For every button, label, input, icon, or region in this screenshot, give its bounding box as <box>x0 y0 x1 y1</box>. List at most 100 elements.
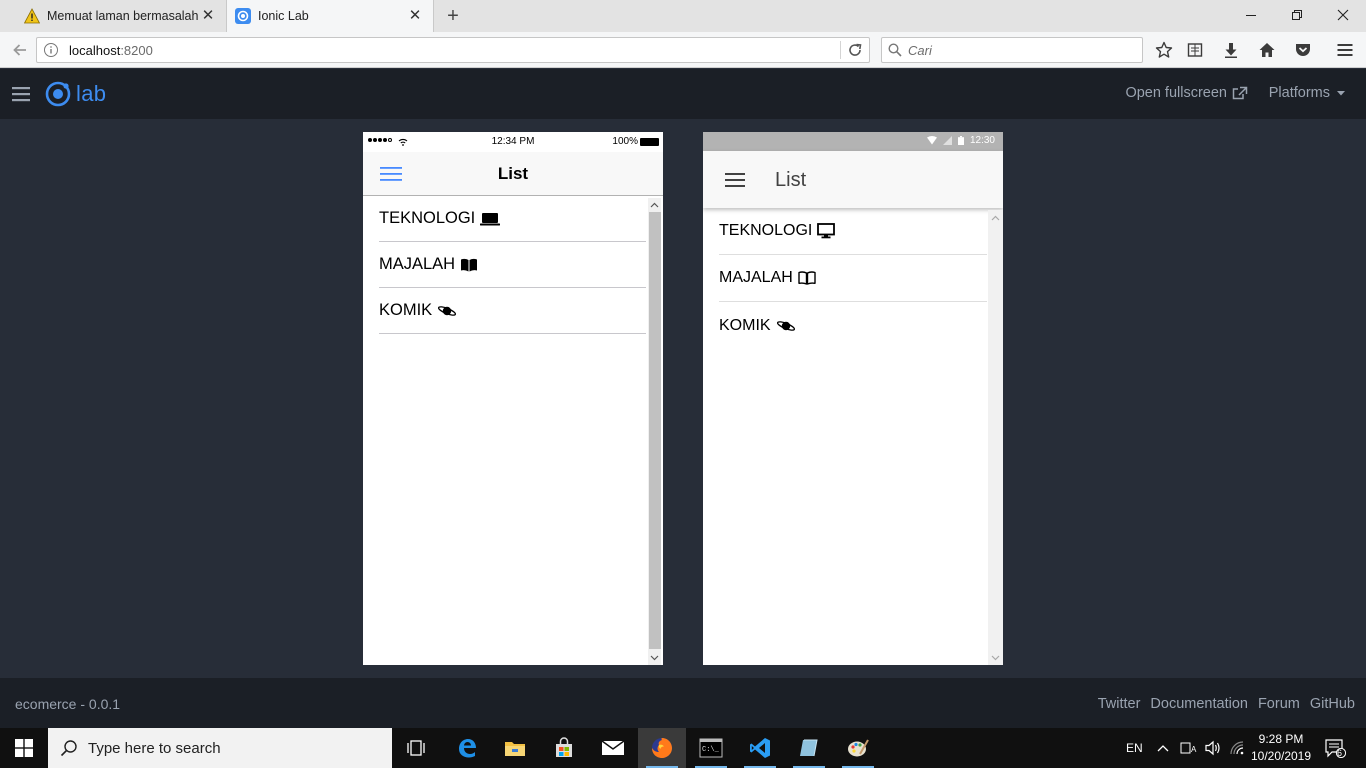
list-item-teknologi[interactable]: TEKNOLOGI <box>379 196 646 242</box>
open-fullscreen-link[interactable]: Open fullscreen <box>1125 85 1248 101</box>
documentation-link[interactable]: Documentation <box>1150 696 1248 712</box>
forum-link[interactable]: Forum <box>1258 696 1300 712</box>
close-window-icon[interactable] <box>1320 0 1366 30</box>
reload-icon[interactable] <box>847 42 863 58</box>
laptop-icon <box>480 212 501 226</box>
lab-menu-icon[interactable] <box>12 84 30 104</box>
home-icon[interactable] <box>1255 38 1279 62</box>
url-port: :8200 <box>120 43 153 58</box>
action-center-icon[interactable]: 6 <box>1324 728 1346 768</box>
system-clock[interactable]: 9:28 PM 10/20/2019 <box>1246 731 1316 765</box>
list-item-majalah[interactable]: MAJALAH <box>379 242 646 288</box>
twitter-link[interactable]: Twitter <box>1098 696 1141 712</box>
ios-scrollbar[interactable] <box>648 198 661 665</box>
platforms-dropdown[interactable]: Platforms <box>1269 85 1346 101</box>
reading-list-icon[interactable] <box>1183 38 1207 62</box>
new-tab-button[interactable]: + <box>442 4 464 28</box>
scroll-down-icon[interactable] <box>988 652 1003 664</box>
close-tab-icon[interactable]: ✕ <box>200 8 216 24</box>
android-category-list: TEKNOLOGI MAJALAH KOMIK <box>703 208 987 349</box>
search-icon <box>60 739 78 757</box>
url-bar[interactable]: localhost:8200 <box>36 37 870 63</box>
clock-time: 9:28 PM <box>1258 732 1304 746</box>
edge-browser-icon[interactable] <box>443 728 491 768</box>
windows-start-icon[interactable] <box>0 728 48 768</box>
back-arrow-icon[interactable] <box>8 38 32 62</box>
bookmark-star-icon[interactable] <box>1152 38 1176 62</box>
platforms-label: Platforms <box>1268 85 1330 101</box>
input-language[interactable]: EN <box>1126 728 1143 768</box>
external-link-icon <box>1232 86 1248 100</box>
list-item-label: MAJALAH <box>719 269 793 286</box>
search-input[interactable] <box>908 41 1128 59</box>
ios-status-bar: 12:34 PM 100% <box>363 132 663 152</box>
url-separator <box>840 41 841 59</box>
restore-icon[interactable] <box>1274 0 1320 30</box>
network-icon[interactable] <box>1229 728 1245 768</box>
tray-chevron-icon[interactable] <box>1156 728 1170 768</box>
android-status-time: 12:30 <box>969 135 995 146</box>
android-status-bar: 12:30 <box>703 132 1003 151</box>
android-device-preview: 12:30 List TEKNOLOGI MAJALAH KOMIK <box>703 132 1003 665</box>
android-menu-icon[interactable] <box>725 172 745 188</box>
hamburger-menu-icon[interactable] <box>1333 38 1357 62</box>
scroll-thumb[interactable] <box>649 212 661 649</box>
tab-memuat-laman[interactable]: Memuat laman bermasalah ✕ <box>0 0 226 32</box>
list-item-label: TEKNOLOGI <box>379 209 476 227</box>
mail-icon[interactable] <box>589 728 637 768</box>
volume-icon[interactable] <box>1204 728 1222 768</box>
windows-taskbar: C:\_ EN A 9:28 PM 10/20/2019 6 <box>0 728 1366 768</box>
battery-percent: 100% <box>612 136 638 147</box>
scroll-down-icon[interactable] <box>648 652 661 664</box>
ionic-icon <box>235 8 251 24</box>
github-link[interactable]: GitHub <box>1310 696 1355 712</box>
file-explorer-icon[interactable] <box>491 728 539 768</box>
list-item-teknologi[interactable]: TEKNOLOGI <box>719 208 987 255</box>
list-item-label: KOMIK <box>719 316 771 334</box>
scroll-up-icon[interactable] <box>988 212 1003 224</box>
taskbar-search[interactable] <box>48 728 392 768</box>
list-item-komik[interactable]: KOMIK <box>379 288 646 334</box>
url-host: localhost <box>69 43 121 58</box>
info-icon[interactable] <box>43 42 59 58</box>
scroll-up-icon[interactable] <box>648 199 661 211</box>
taskbar-search-input[interactable] <box>88 739 378 757</box>
ios-device-preview: 12:34 PM 100% List TEKNOLOGI MAJALAH KOM… <box>363 132 663 665</box>
notification-count: 6 <box>1337 748 1343 758</box>
planet-icon <box>776 319 796 333</box>
open-fullscreen-label: Open fullscreen <box>1125 85 1227 101</box>
vscode-icon[interactable] <box>736 728 784 768</box>
svg-text:A: A <box>1191 745 1197 754</box>
ios-page-title: List <box>497 164 529 183</box>
list-item-label: KOMIK <box>379 301 433 319</box>
android-scrollbar[interactable] <box>988 210 1003 665</box>
minimize-icon[interactable] <box>1228 0 1274 30</box>
android-toolbar: List <box>703 151 1003 208</box>
download-icon[interactable] <box>1219 38 1243 62</box>
store-icon[interactable] <box>540 728 588 768</box>
battery-indicator: 100% <box>612 136 659 147</box>
url-text: localhost:8200 <box>69 43 153 58</box>
search-bar[interactable] <box>881 37 1143 63</box>
battery-icon <box>640 137 659 146</box>
book-outline-icon <box>798 271 816 285</box>
browser-tab-strip: Memuat laman bermasalah ✕ Ionic Lab ✕ + <box>0 0 1366 32</box>
paint-icon[interactable] <box>834 728 882 768</box>
battery-icon <box>957 136 964 145</box>
firefox-icon[interactable] <box>638 728 686 768</box>
list-item-komik[interactable]: KOMIK <box>719 302 987 349</box>
list-item-majalah[interactable]: MAJALAH <box>719 255 987 302</box>
notepad-icon[interactable] <box>785 728 833 768</box>
browser-nav-bar: localhost:8200 <box>0 32 1366 68</box>
warning-icon <box>24 8 40 24</box>
caret-down-icon <box>1337 91 1345 96</box>
app-version: ecomerce - 0.0.1 <box>15 696 121 712</box>
task-view-icon[interactable] <box>392 728 440 768</box>
ime-icon[interactable]: A <box>1180 728 1198 768</box>
pocket-icon[interactable] <box>1291 38 1315 62</box>
command-prompt-icon[interactable]: C:\_ <box>687 728 735 768</box>
book-icon <box>460 258 478 272</box>
close-tab-icon[interactable]: ✕ <box>407 8 423 24</box>
search-icon <box>888 43 902 57</box>
tab-ionic-lab[interactable]: Ionic Lab ✕ <box>226 0 434 32</box>
